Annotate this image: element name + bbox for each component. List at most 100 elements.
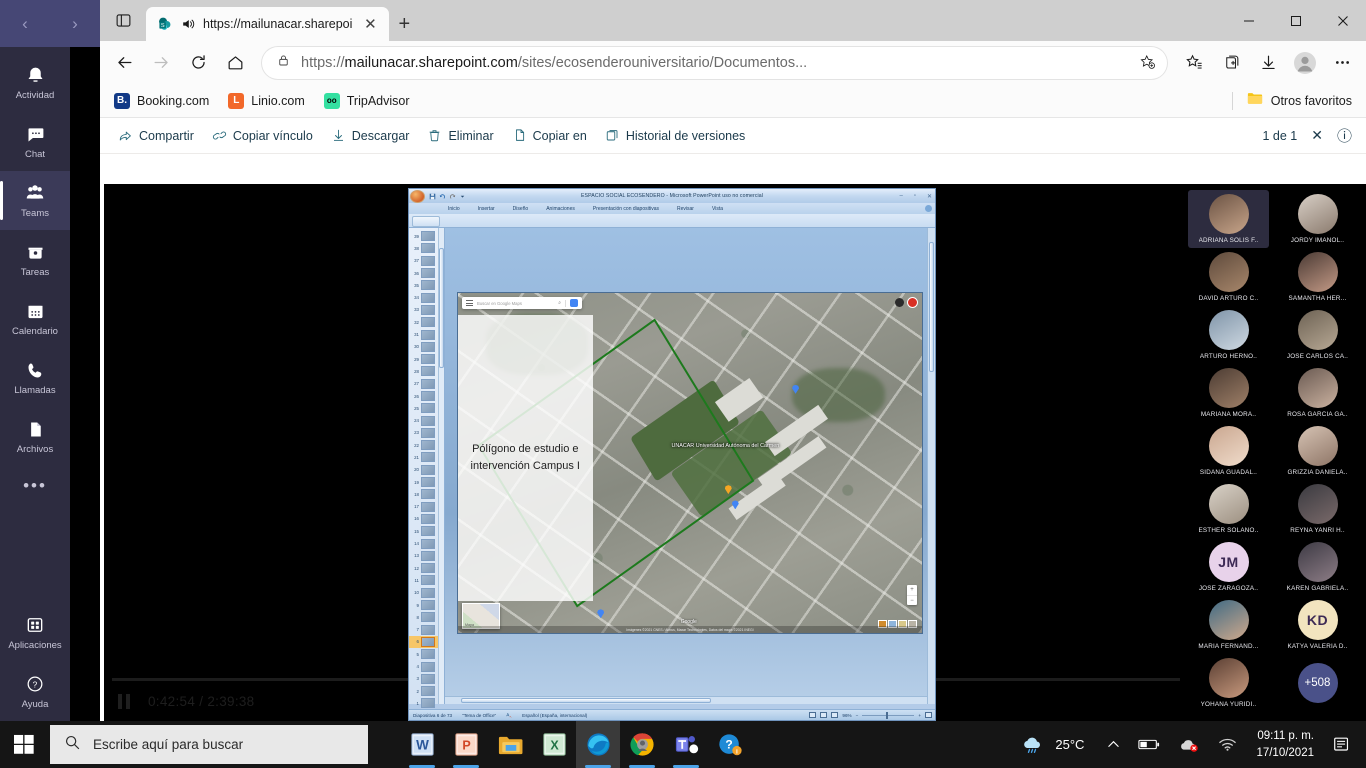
- close-button[interactable]: [1319, 0, 1366, 41]
- sidebar-item-archivos[interactable]: Archivos: [0, 407, 70, 466]
- sidebar-item-teams[interactable]: Teams: [0, 171, 70, 230]
- info-icon[interactable]: ⓘ: [1337, 125, 1352, 146]
- participant-tile[interactable]: REYNA YANRI H..: [1277, 480, 1358, 538]
- sidebar-item-llamadas[interactable]: Llamadas: [0, 348, 70, 407]
- participant-tile[interactable]: JM JOSE ZARAGOZA..: [1188, 538, 1269, 596]
- slide-thumbnail[interactable]: [421, 366, 435, 377]
- tab-presentacion-con-diapositivas[interactable]: Presentación con diapositivas: [584, 206, 668, 212]
- language-label[interactable]: Español (España, internacional): [522, 713, 587, 718]
- slide-thumbnail[interactable]: [421, 464, 435, 475]
- participant-tile[interactable]: KD KATYA VALERIA D..: [1277, 596, 1358, 654]
- bookmark-tripadvisor[interactable]: oo TripAdvisor: [323, 92, 410, 109]
- slide-thumbnail[interactable]: [421, 526, 435, 537]
- slide-thumbnail[interactable]: [421, 415, 435, 426]
- participant-tile[interactable]: ADRIANA SOLIS F..: [1188, 190, 1269, 248]
- collections-icon[interactable]: [1213, 45, 1249, 81]
- download-button[interactable]: Descargar: [331, 128, 409, 143]
- sidebar-overflow-button[interactable]: •••: [23, 466, 47, 506]
- search-input[interactable]: Escribe aquí para buscar: [50, 725, 368, 764]
- battery-icon[interactable]: [1129, 721, 1169, 768]
- slide-thumbnail[interactable]: [421, 243, 435, 254]
- slide-thumbnail[interactable]: [421, 231, 435, 242]
- search-icon[interactable]: ⌕: [558, 300, 561, 306]
- participant-tile[interactable]: SAMANTHA HER...: [1277, 248, 1358, 306]
- copy-to-button[interactable]: Copiar en: [512, 128, 587, 143]
- chevron-up-icon[interactable]: [1098, 721, 1129, 768]
- scrollbar-thumb[interactable]: [929, 242, 934, 372]
- profile-avatar[interactable]: [1287, 45, 1323, 81]
- slide-thumbnail[interactable]: [421, 661, 435, 672]
- slide-thumbnail[interactable]: [421, 403, 435, 414]
- scrollbar-thumb[interactable]: [461, 698, 711, 703]
- slide-thumbnail[interactable]: [421, 317, 435, 328]
- sidebar-item-tareas[interactable]: Tareas: [0, 230, 70, 289]
- pause-icon[interactable]: [118, 693, 130, 709]
- other-favorites[interactable]: Otros favoritos: [1231, 91, 1352, 110]
- slide-thumbnail[interactable]: [421, 513, 435, 524]
- participant-tile[interactable]: JORDY IMANOL..: [1277, 190, 1358, 248]
- participant-tile[interactable]: SIDANA GUADAL..: [1188, 422, 1269, 480]
- tab-vista[interactable]: Vista: [703, 206, 732, 212]
- map-search-box[interactable]: Buscar en Google Maps ⌕: [462, 297, 582, 309]
- slide-thumbnail[interactable]: [421, 255, 435, 266]
- participant-tile[interactable]: ROSA GARCIA GA..: [1277, 364, 1358, 422]
- slide-thumbnail[interactable]: [421, 612, 435, 623]
- stage-vertical-scrollbar[interactable]: [927, 228, 935, 704]
- minimize-button[interactable]: [1225, 0, 1272, 41]
- zoom-out-button[interactable]: −: [856, 713, 859, 718]
- file-explorer-icon[interactable]: [488, 721, 532, 768]
- back-arrow-icon[interactable]: [106, 45, 142, 81]
- powerpoint-icon[interactable]: P: [444, 721, 488, 768]
- zoom-slider[interactable]: [862, 711, 915, 719]
- onedrive-error-icon[interactable]: [1169, 721, 1209, 768]
- normal-view-icon[interactable]: [809, 712, 817, 718]
- favorites-icon[interactable]: [1176, 45, 1212, 81]
- map-zoom-controls[interactable]: + −: [907, 585, 917, 605]
- new-tab-button[interactable]: +: [389, 7, 419, 41]
- wifi-icon[interactable]: [1209, 721, 1246, 768]
- participant-tile[interactable]: JOSE CARLOS CA..: [1277, 306, 1358, 364]
- zoom-slider-handle[interactable]: [886, 711, 889, 719]
- bookmark-booking[interactable]: B. Booking.com: [114, 92, 209, 109]
- ppt-maximize[interactable]: ▫: [914, 193, 916, 200]
- browser-tab[interactable]: S https://mailunacar.sharepoi ✕: [146, 7, 390, 41]
- maximize-button[interactable]: [1272, 0, 1319, 41]
- slide-thumbnail[interactable]: [421, 538, 435, 549]
- word-icon[interactable]: W: [400, 721, 444, 768]
- teams-forward-arrow[interactable]: ›: [72, 15, 78, 32]
- tab-inicio[interactable]: Inicio: [439, 206, 469, 212]
- slide-thumbnail[interactable]: [421, 427, 435, 438]
- settings-dot-icon[interactable]: [895, 298, 904, 307]
- address-bar[interactable]: https://mailunacar.sharepoint.com/sites/…: [262, 46, 1167, 79]
- refresh-icon[interactable]: [180, 45, 216, 81]
- participant-tile[interactable]: YOHANA YURIDI..: [1188, 654, 1269, 712]
- settings-more-icon[interactable]: [1324, 45, 1360, 81]
- ppt-minimize[interactable]: –: [899, 193, 902, 200]
- slide-thumbnail[interactable]: [421, 378, 435, 389]
- participant-tile[interactable]: ARTURO HERNO..: [1188, 306, 1269, 364]
- windows-logo-icon[interactable]: [0, 721, 48, 768]
- slide-thumbnail[interactable]: [421, 452, 435, 463]
- slide-thumbnail[interactable]: [421, 636, 435, 647]
- reading-view-icon[interactable]: [831, 712, 839, 718]
- hamburger-icon[interactable]: [466, 300, 473, 306]
- ribbon-help-icon[interactable]: [925, 205, 932, 212]
- slide-thumbnail[interactable]: [421, 563, 435, 574]
- directions-icon[interactable]: [570, 299, 578, 307]
- slide-thumbnail-pane[interactable]: 39 38 37 36 35 34 33 32 31 30 29 28 27 26 25 24 23 22 21 20…: [409, 228, 445, 709]
- sidebar-item-chat[interactable]: Chat: [0, 112, 70, 171]
- slide-pane-scrollbar[interactable]: [438, 228, 444, 704]
- scrollbar-thumb[interactable]: [438, 248, 444, 368]
- participant-tile[interactable]: +508: [1277, 654, 1358, 712]
- participant-tile[interactable]: MARIA FERNAND...: [1188, 596, 1269, 654]
- zoom-out-button[interactable]: −: [907, 595, 917, 605]
- chrome-icon[interactable]: [620, 721, 664, 768]
- slide-title-textbox[interactable]: Pólígono de estudio e intervención Campu…: [458, 315, 593, 601]
- tab-revisar[interactable]: Revisar: [668, 206, 703, 212]
- home-icon[interactable]: [217, 45, 253, 81]
- tab-actions-icon[interactable]: [100, 0, 146, 41]
- participant-tile[interactable]: DAVID ARTURO C..: [1188, 248, 1269, 306]
- slide-thumbnail[interactable]: [421, 280, 435, 291]
- account-avatar-icon[interactable]: [907, 297, 918, 308]
- downloads-icon[interactable]: [1250, 45, 1286, 81]
